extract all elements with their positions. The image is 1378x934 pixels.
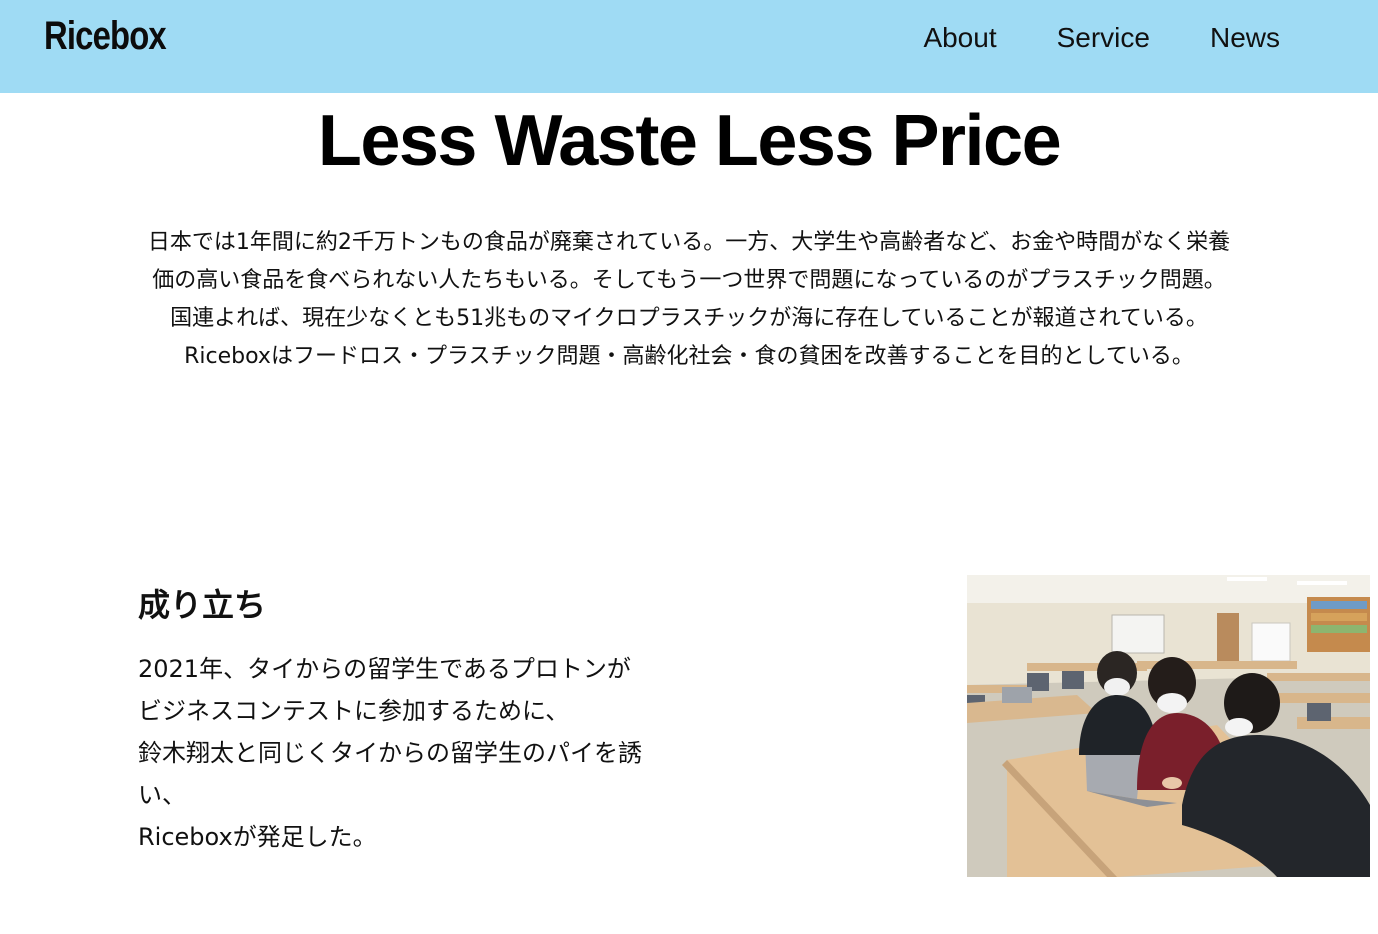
intro-line: 国連よれば、現在少なくとも51兆ものマイクロプラスチックが海に存在していることが… xyxy=(170,306,1208,331)
origin-line: 鈴木翔太と同じくタイからの留学生のパイを誘 xyxy=(138,739,642,767)
intro-line: Riceboxはフードロス・プラスチック問題・高齢化社会・食の貧困を改善すること… xyxy=(184,344,1194,369)
site-header: Ricebox About Service News xyxy=(0,0,1378,93)
origin-line: ビジネスコンテストに参加するために、 xyxy=(138,697,570,725)
origin-heading: 成り立ち xyxy=(138,586,267,624)
nav-link-service[interactable]: Service xyxy=(1057,22,1150,54)
team-photo xyxy=(967,575,1370,877)
origin-line: Riceboxが発足した。 xyxy=(138,823,377,851)
intro-line: 価の高い食品を食べられない人たちもいる。そしてもう一つ世界で問題になっているのが… xyxy=(152,268,1226,293)
origin-line: 2021年、タイからの留学生であるプロトンが xyxy=(138,655,631,683)
logo[interactable]: Ricebox xyxy=(44,14,167,59)
origin-line: い、 xyxy=(138,781,186,809)
main-nav: About Service News xyxy=(923,22,1280,54)
intro-paragraph: 日本では1年間に約2千万トンもの食品が廃棄されている。一方、大学生や高齢者など、… xyxy=(60,224,1318,376)
nav-link-about[interactable]: About xyxy=(923,22,996,54)
intro-line: 日本では1年間に約2千万トンもの食品が廃棄されている。一方、大学生や高齢者など、… xyxy=(147,230,1231,255)
origin-paragraph: 2021年、タイからの留学生であるプロトンが ビジネスコンテストに参加するために… xyxy=(138,648,738,858)
nav-link-news[interactable]: News xyxy=(1210,22,1280,54)
hero-title: Less Waste Less Price xyxy=(317,101,1062,181)
